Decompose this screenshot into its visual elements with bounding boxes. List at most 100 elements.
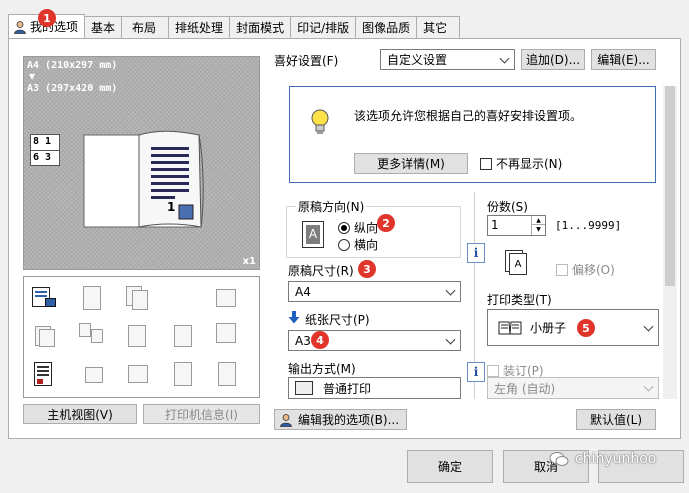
preview-paper-size: A3 (297x420 mm) xyxy=(27,83,118,94)
preview-original-size: A4 (210x297 mm) xyxy=(27,60,118,71)
watermark: chinyunhoo xyxy=(549,451,656,467)
output-method-value: 普通打印 xyxy=(323,381,372,396)
page-order-thumbnail: 8 1 6 3 xyxy=(30,134,60,166)
info-box: 该选项允许您根据自己的喜好安排设置项。 更多详情(M) 不再显示(N) xyxy=(289,86,656,183)
portrait-page-icon: A xyxy=(302,221,324,248)
stack-copies-icon: A xyxy=(505,250,529,278)
preview-zoom: x1 xyxy=(242,256,256,267)
output-method-label: 输出方式(M) xyxy=(288,362,356,376)
chevron-down-icon xyxy=(445,334,456,345)
original-size-label: 原稿尺寸(R) xyxy=(288,264,354,278)
chevron-down-icon xyxy=(499,53,510,64)
list-page-icon xyxy=(214,361,240,387)
print-type-value: 小册子 xyxy=(530,321,567,335)
no-show-option[interactable]: 不再显示(N) xyxy=(480,155,562,172)
tab-other[interactable]: 其它 xyxy=(416,16,461,38)
tab-label: 基本 xyxy=(91,20,116,35)
offset-option[interactable]: 偏移(O) xyxy=(556,261,615,278)
host-view-button[interactable]: 主机视图(V) xyxy=(23,404,137,424)
portrait-radio[interactable] xyxy=(338,221,350,234)
multi-page-icon xyxy=(124,285,150,311)
function-icon-panel xyxy=(23,276,260,398)
landscape-option[interactable]: 横向 xyxy=(338,236,378,253)
info-text: 该选项允许您根据自己的喜好安排设置项。 xyxy=(354,109,583,123)
copies-range: [1...9999] xyxy=(555,219,622,232)
page-order-top: 8 1 xyxy=(33,136,52,147)
tab-quality[interactable]: 图像品质 xyxy=(355,16,418,38)
user-box-icon xyxy=(79,361,105,387)
arrow-down-icon xyxy=(288,311,300,324)
portrait-option[interactable]: 纵向 xyxy=(338,219,378,236)
edit-favorite-button[interactable]: 编辑(E)... xyxy=(591,49,656,70)
tab-label: 图像品质 xyxy=(362,20,411,35)
poster-icon xyxy=(79,285,105,311)
tab-cover-mode[interactable]: 封面模式 xyxy=(229,16,292,38)
tab-basic[interactable]: 基本 xyxy=(84,16,123,38)
user-icon xyxy=(279,413,293,427)
ok-button[interactable]: 确定 xyxy=(407,450,493,483)
numbered-page-icon xyxy=(170,361,196,387)
binding-value: 左角 (自动) xyxy=(494,381,556,396)
info-icon[interactable]: i xyxy=(467,362,485,382)
open-book-icon xyxy=(498,320,522,336)
more-details-button[interactable]: 更多详情(M) xyxy=(354,153,468,174)
tab-layout[interactable]: 布局 xyxy=(121,16,170,38)
favorite-label: 喜好设置(F) xyxy=(274,54,339,68)
chevron-down-icon xyxy=(643,321,654,332)
tab-label: 布局 xyxy=(132,20,157,35)
info-icon[interactable]: i xyxy=(467,243,485,263)
account-icon xyxy=(124,361,150,387)
printer-info-button[interactable]: 打印机信息(I) xyxy=(143,404,260,424)
copies-value: 1 xyxy=(491,218,499,232)
copies-label: 份数(S) xyxy=(487,200,528,214)
print-type-select[interactable]: 小册子 xyxy=(487,309,659,346)
preview-page-number: 1 xyxy=(167,200,176,214)
badge-5: 5 xyxy=(577,319,595,337)
chevron-down-icon xyxy=(643,381,654,392)
edit-my-options-button[interactable]: 编辑我的选项(B)... xyxy=(274,409,407,430)
document-icon xyxy=(170,323,196,349)
stepper-up-icon[interactable]: ▲ xyxy=(532,216,545,225)
stack-pages-icon xyxy=(31,323,57,349)
binding-select[interactable]: 左角 (自动) xyxy=(487,377,659,399)
preview-arrow: ▼ xyxy=(29,72,36,81)
original-size-select[interactable]: A4 xyxy=(288,281,461,302)
badge-3: 3 xyxy=(358,260,376,278)
no-show-checkbox[interactable] xyxy=(480,157,492,170)
scrollbar-thumb[interactable] xyxy=(665,86,675,286)
user-icon xyxy=(13,20,27,34)
tab-label: 封面模式 xyxy=(236,20,285,35)
output-method-select[interactable]: 普通打印 xyxy=(288,377,461,399)
paper-size-label: 纸张尺寸(P) xyxy=(305,313,370,327)
badge-2: 2 xyxy=(377,214,395,232)
tab-label: 排纸处理 xyxy=(175,20,224,35)
stepper-down-icon[interactable]: ▼ xyxy=(532,225,545,234)
landscape-label: 横向 xyxy=(354,238,379,252)
add-favorite-button[interactable]: 追加(D)... xyxy=(521,49,585,70)
offset-checkbox[interactable] xyxy=(556,263,568,276)
binding-checkbox[interactable] xyxy=(487,364,499,377)
copies-stepper[interactable]: ▲ ▼ xyxy=(531,216,545,235)
print-preview: A4 (210x297 mm) ▼ A3 (297x420 mm) 8 1 6 … xyxy=(23,56,260,270)
print-to-device-icon[interactable] xyxy=(31,285,57,311)
tab-label: 印记/排版 xyxy=(297,20,350,35)
tab-finishing[interactable]: 排纸处理 xyxy=(168,16,231,38)
edit-my-options-label: 编辑我的选项(B)... xyxy=(298,413,400,427)
tab-bar: 我的选项 基本 布局 排纸处理 封面模式 印记/排版 图像品质 其它 xyxy=(8,14,461,38)
favorite-select[interactable]: 自定义设置 xyxy=(380,49,515,70)
badge-1: 1 xyxy=(38,9,56,27)
landscape-radio[interactable] xyxy=(338,238,350,251)
badge-4: 4 xyxy=(311,331,329,349)
booklet-icon[interactable] xyxy=(31,361,57,387)
paper-size-value: A3 xyxy=(295,333,311,348)
print-type-label: 打印类型(T) xyxy=(487,293,552,307)
vertical-scrollbar[interactable] xyxy=(663,86,677,399)
combine-icon xyxy=(79,321,105,347)
tab-label: 其它 xyxy=(423,20,448,35)
page-order-bottom: 6 3 xyxy=(33,152,52,163)
printer-icon xyxy=(295,381,313,395)
default-values-button[interactable]: 默认值(L) xyxy=(576,409,656,430)
lightbulb-icon xyxy=(311,109,329,134)
secure-print-icon xyxy=(214,321,240,347)
tab-stamp-composition[interactable]: 印记/排版 xyxy=(290,16,357,38)
